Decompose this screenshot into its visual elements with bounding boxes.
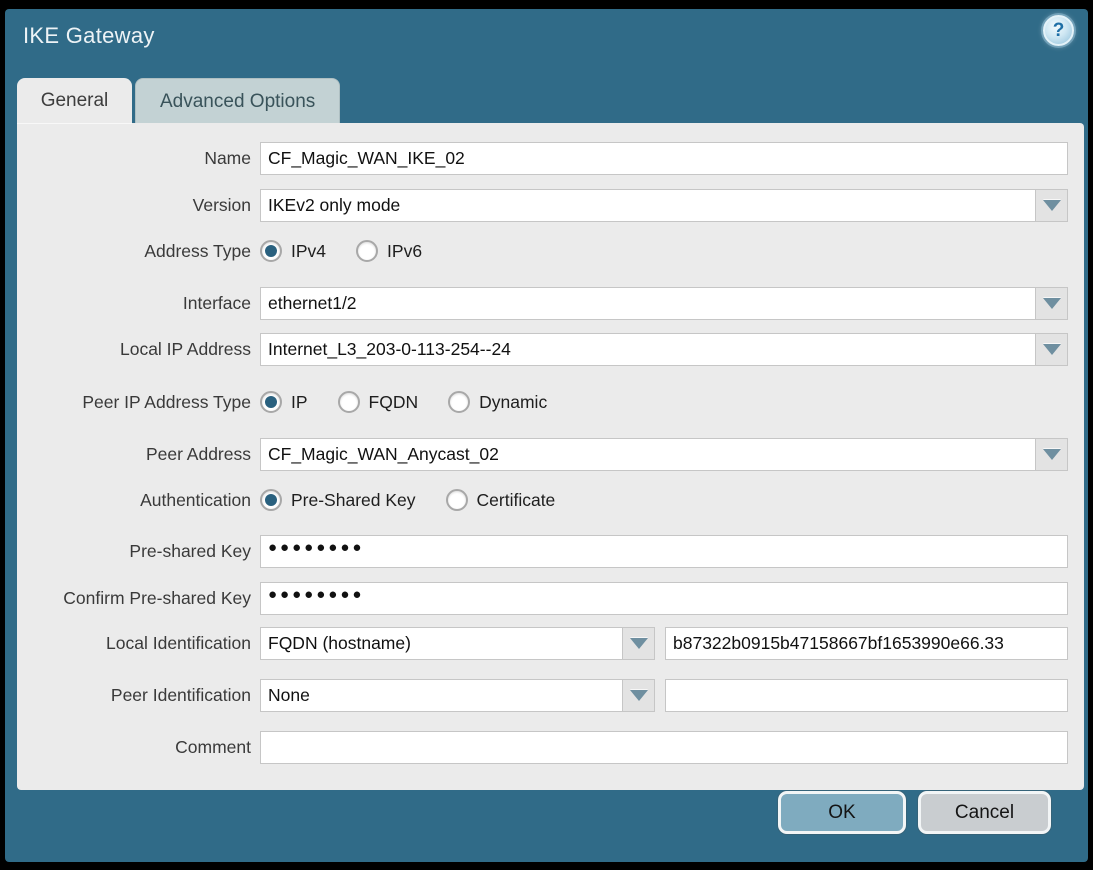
tab-advanced-options[interactable]: Advanced Options <box>135 78 340 124</box>
version-select[interactable]: IKEv2 only mode <box>260 189 1068 222</box>
local-ip-row: Local IP Address Internet_L3_203-0-113-2… <box>17 333 1068 366</box>
radio-peer-fqdn-circle-icon[interactable] <box>338 391 360 413</box>
pre-shared-key-input[interactable]: ●●●●●●●● <box>260 535 1068 568</box>
radio-ipv4-circle-icon[interactable] <box>260 240 282 262</box>
local-identification-type-select[interactable]: FQDN (hostname) <box>260 627 655 660</box>
comment-row: Comment <box>17 731 1068 764</box>
comment-label: Comment <box>17 737 260 758</box>
interface-label: Interface <box>17 293 260 314</box>
radio-certificate[interactable]: Certificate <box>446 489 556 511</box>
tab-general-label: General <box>41 90 109 112</box>
radio-pre-shared-key[interactable]: Pre-Shared Key <box>260 489 416 511</box>
peer-address-dropdown-button[interactable] <box>1035 438 1068 471</box>
local-ip-value: Internet_L3_203-0-113-254--24 <box>260 333 1035 366</box>
ok-button[interactable]: OK <box>778 791 906 834</box>
version-label: Version <box>17 195 260 216</box>
radio-ipv6-circle-icon[interactable] <box>356 240 378 262</box>
radio-peer-dynamic[interactable]: Dynamic <box>448 391 547 413</box>
peer-identification-type-select[interactable]: None <box>260 679 655 712</box>
radio-peer-dynamic-label: Dynamic <box>479 392 547 413</box>
interface-select[interactable]: ethernet1/2 <box>260 287 1068 320</box>
chevron-down-icon <box>1043 298 1061 309</box>
peer-identification-row: Peer Identification None <box>17 679 1068 712</box>
address-type-row: Address Type IPv4 IPv6 <box>17 239 1068 263</box>
peer-address-row: Peer Address CF_Magic_WAN_Anycast_02 <box>17 438 1068 471</box>
chevron-down-icon <box>1043 449 1061 460</box>
peer-identification-dropdown-button[interactable] <box>622 679 655 712</box>
peer-address-value: CF_Magic_WAN_Anycast_02 <box>260 438 1035 471</box>
cancel-button[interactable]: Cancel <box>918 791 1051 834</box>
interface-dropdown-button[interactable] <box>1035 287 1068 320</box>
radio-ipv6-label: IPv6 <box>387 241 422 262</box>
peer-address-select[interactable]: CF_Magic_WAN_Anycast_02 <box>260 438 1068 471</box>
peer-ip-type-label: Peer IP Address Type <box>17 392 260 413</box>
local-ip-label: Local IP Address <box>17 339 260 360</box>
chevron-down-icon <box>1043 344 1061 355</box>
local-ip-select[interactable]: Internet_L3_203-0-113-254--24 <box>260 333 1068 366</box>
local-identification-row: Local Identification FQDN (hostname) <box>17 627 1068 660</box>
radio-pre-shared-key-label: Pre-Shared Key <box>291 490 416 511</box>
local-identification-label: Local Identification <box>17 633 260 654</box>
local-identification-value-input[interactable] <box>665 627 1068 660</box>
peer-identification-value-input[interactable] <box>665 679 1068 712</box>
dialog-title: IKE Gateway <box>23 23 155 49</box>
dialog-titlebar: IKE Gateway ? <box>5 9 1088 69</box>
radio-certificate-label: Certificate <box>477 490 556 511</box>
version-row: Version IKEv2 only mode <box>17 189 1068 222</box>
interface-row: Interface ethernet1/2 <box>17 287 1068 320</box>
radio-peer-ip-circle-icon[interactable] <box>260 391 282 413</box>
help-icon-glyph: ? <box>1053 20 1065 42</box>
address-type-label: Address Type <box>17 241 260 262</box>
radio-peer-fqdn[interactable]: FQDN <box>338 391 419 413</box>
confirm-pre-shared-key-label: Confirm Pre-shared Key <box>17 588 260 609</box>
pre-shared-key-row: Pre-shared Key ●●●●●●●● <box>17 535 1068 568</box>
ike-gateway-dialog: IKE Gateway ? General Advanced Options N… <box>5 9 1088 862</box>
chevron-down-icon <box>630 690 648 701</box>
help-icon[interactable]: ? <box>1043 15 1074 46</box>
name-input[interactable] <box>260 142 1068 175</box>
local-ip-dropdown-button[interactable] <box>1035 333 1068 366</box>
confirm-pre-shared-key-input[interactable]: ●●●●●●●● <box>260 582 1068 615</box>
radio-pre-shared-key-circle-icon[interactable] <box>260 489 282 511</box>
radio-peer-ip-label: IP <box>291 392 308 413</box>
authentication-row: Authentication Pre-Shared Key Certificat… <box>17 488 1068 512</box>
tab-advanced-options-label: Advanced Options <box>160 91 315 113</box>
peer-address-label: Peer Address <box>17 444 260 465</box>
radio-ipv6[interactable]: IPv6 <box>356 240 422 262</box>
tab-bar: General Advanced Options <box>17 78 340 124</box>
chevron-down-icon <box>630 638 648 649</box>
radio-certificate-circle-icon[interactable] <box>446 489 468 511</box>
version-dropdown-button[interactable] <box>1035 189 1068 222</box>
local-identification-dropdown-button[interactable] <box>622 627 655 660</box>
chevron-down-icon <box>1043 200 1061 211</box>
tab-general[interactable]: General <box>17 78 132 124</box>
radio-ipv4-label: IPv4 <box>291 241 326 262</box>
general-tab-panel: Name Version IKEv2 only mode Address Typ… <box>17 123 1084 790</box>
name-label: Name <box>17 148 260 169</box>
local-identification-type-value: FQDN (hostname) <box>260 627 622 660</box>
radio-ipv4[interactable]: IPv4 <box>260 240 326 262</box>
peer-identification-type-value: None <box>260 679 622 712</box>
peer-ip-type-row: Peer IP Address Type IP FQDN Dynamic <box>17 390 1068 414</box>
version-value: IKEv2 only mode <box>260 189 1035 222</box>
radio-peer-fqdn-label: FQDN <box>369 392 419 413</box>
pre-shared-key-label: Pre-shared Key <box>17 541 260 562</box>
radio-peer-ip[interactable]: IP <box>260 391 308 413</box>
authentication-label: Authentication <box>17 490 260 511</box>
confirm-pre-shared-key-row: Confirm Pre-shared Key ●●●●●●●● <box>17 582 1068 615</box>
radio-peer-dynamic-circle-icon[interactable] <box>448 391 470 413</box>
interface-value: ethernet1/2 <box>260 287 1035 320</box>
comment-input[interactable] <box>260 731 1068 764</box>
name-row: Name <box>17 142 1068 175</box>
peer-identification-label: Peer Identification <box>17 685 260 706</box>
